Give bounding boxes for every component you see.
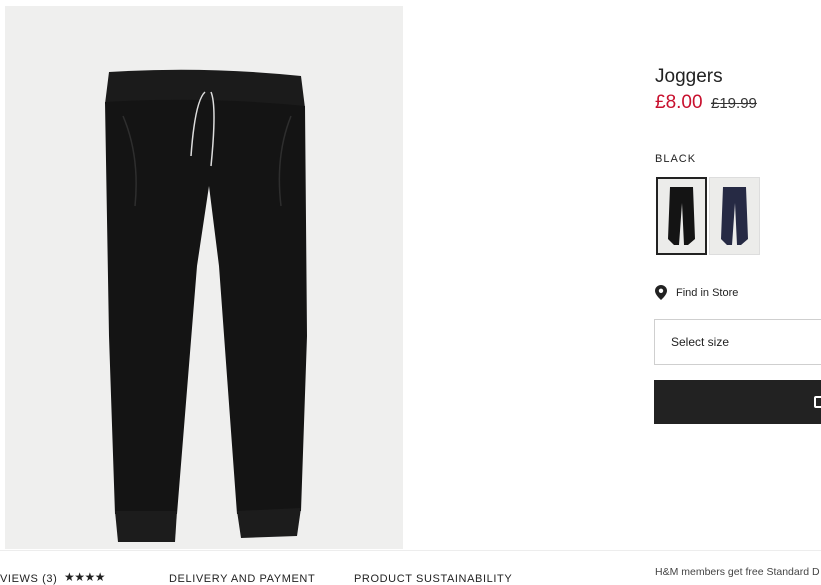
bag-icon [814,396,821,408]
original-price: £19.99 [711,95,757,112]
location-pin-icon [655,285,667,300]
swatch-black-image [668,187,695,245]
size-select-label: Select size [671,335,730,349]
find-in-store-label: Find in Store [676,286,739,299]
add-to-bag-button[interactable] [654,380,821,424]
tab-product-sustainability[interactable]: PRODUCT SUSTAINABILITY [354,573,512,585]
sale-price: £8.00 [655,92,703,113]
bottom-info-bar: VIEWS (3) ★★★★ DELIVERY AND PAYMENT PROD… [0,550,821,585]
selected-color-label: BLACK [655,153,697,165]
product-image[interactable] [5,6,403,549]
tab-reviews[interactable]: VIEWS (3) [0,573,57,585]
members-promo-text: H&M members get free Standard D [655,566,820,578]
joggers-illustration [105,69,307,542]
color-swatch-black[interactable] [656,177,707,255]
rating-stars: ★★★★ [64,570,106,584]
find-in-store-link[interactable]: Find in Store [655,285,738,300]
color-swatch-navy[interactable] [709,177,760,255]
swatch-navy-image [721,187,748,245]
product-title: Joggers [655,66,723,87]
size-select[interactable]: Select size [654,319,821,365]
price-row: £8.00 £19.99 [655,92,757,114]
tab-delivery-payment[interactable]: DELIVERY AND PAYMENT [169,573,315,585]
